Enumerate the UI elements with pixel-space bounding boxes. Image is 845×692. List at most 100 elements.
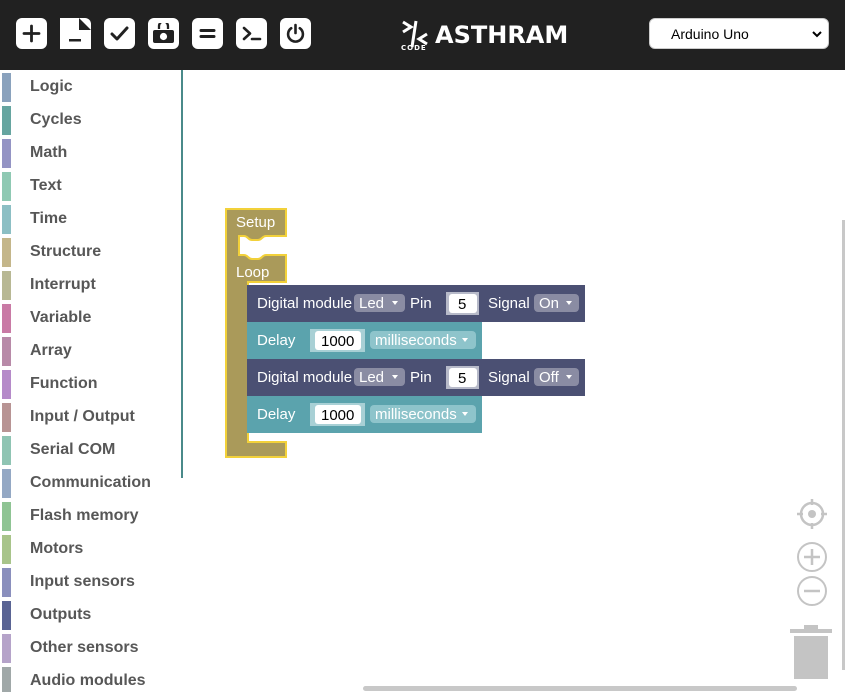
module-dropdown[interactable]: Led: [354, 368, 405, 386]
toolbox-category[interactable]: Interrupt: [0, 270, 180, 300]
recenter-icon[interactable]: [795, 497, 829, 531]
toolbox-category[interactable]: Variable: [0, 303, 180, 333]
digital-module-block-2[interactable]: Digital module Led Pin 5 Signal Off: [247, 359, 585, 396]
signal-dropdown[interactable]: On: [534, 294, 579, 312]
pin-input[interactable]: 5: [446, 366, 479, 389]
open-button[interactable]: [60, 18, 91, 49]
zoom-in-icon[interactable]: [795, 540, 829, 574]
toolbox-category[interactable]: Logic: [0, 72, 180, 102]
delay-block-2[interactable]: Delay 1000 milliseconds: [247, 396, 482, 433]
top-toolbar: ASTHRAM CODE Arduino Uno: [0, 0, 845, 70]
equal-button[interactable]: [192, 18, 223, 49]
unit-dropdown[interactable]: milliseconds: [370, 405, 476, 423]
category-label: Outputs: [30, 606, 92, 623]
board-select[interactable]: Arduino Uno: [649, 18, 829, 49]
new-button[interactable]: [16, 18, 47, 49]
terminal-icon: [242, 26, 262, 41]
category-label: Interrupt: [30, 276, 96, 293]
category-label: Math: [30, 144, 68, 161]
pin-value: 5: [458, 296, 466, 313]
loop-label: Loop: [236, 264, 269, 281]
category-color-bar: [2, 436, 11, 465]
toolbox-category[interactable]: Outputs: [0, 600, 180, 630]
toolbox-category[interactable]: Text: [0, 171, 180, 201]
delay-value-input[interactable]: 1000: [310, 403, 365, 426]
unit-value: milliseconds: [375, 332, 457, 349]
category-label: Flash memory: [30, 507, 139, 524]
toolbox-category[interactable]: Function: [0, 369, 180, 399]
logo-text: ASTHRAM: [435, 21, 569, 49]
category-label: Cycles: [30, 111, 82, 128]
power-button[interactable]: [280, 18, 311, 49]
toolbox-category[interactable]: Other sensors: [0, 633, 180, 663]
category-color-bar: [2, 337, 11, 366]
toolbox-category[interactable]: Cycles: [0, 105, 180, 135]
unit-dropdown[interactable]: milliseconds: [370, 331, 476, 349]
toolbox-category[interactable]: Input / Output: [0, 402, 180, 432]
pin-value: 5: [458, 370, 466, 387]
board-select-value: Arduino Uno: [671, 25, 749, 42]
digital-module-block-1[interactable]: Digital module Led Pin 5 Signal On: [247, 285, 585, 322]
category-color-bar: [2, 403, 11, 432]
delay-label: Delay: [257, 406, 296, 423]
toolbox-category[interactable]: Math: [0, 138, 180, 168]
block-canvas: Setup Loop Digital module Led Pin 5 Sign…: [225, 208, 585, 458]
category-label: Structure: [30, 243, 102, 260]
verify-button[interactable]: [104, 18, 135, 49]
signal-value: Off: [539, 369, 560, 386]
category-label: Other sensors: [30, 639, 139, 656]
save-button[interactable]: [148, 18, 179, 49]
category-color-bar: [2, 73, 11, 102]
toolbox-category[interactable]: Communication: [0, 468, 180, 498]
category-label: Input sensors: [30, 573, 135, 590]
logo-subtext: CODE: [401, 44, 427, 52]
terminal-button[interactable]: [236, 18, 267, 49]
category-color-bar: [2, 502, 11, 531]
category-color-bar: [2, 370, 11, 399]
category-label: Array: [30, 342, 72, 359]
signal-dropdown[interactable]: Off: [534, 368, 579, 386]
category-color-bar: [2, 535, 11, 564]
toolbox-category[interactable]: Structure: [0, 237, 180, 267]
delay-value-input[interactable]: 1000: [310, 329, 365, 352]
signal-value: On: [539, 295, 559, 312]
digital-label: Digital module: [257, 295, 352, 312]
toolbox-category[interactable]: Audio modules: [0, 666, 180, 692]
category-color-bar: [2, 106, 11, 135]
digital-label: Digital module: [257, 369, 352, 386]
toolbox-category[interactable]: Serial COM: [0, 435, 180, 465]
toolbox-category[interactable]: Motors: [0, 534, 180, 564]
category-color-bar: [2, 205, 11, 234]
pin-label: Pin: [410, 369, 432, 386]
power-icon: [286, 23, 305, 43]
horizontal-scrollbar[interactable]: [363, 686, 797, 691]
trash-icon[interactable]: [788, 624, 834, 682]
delay-block-1[interactable]: Delay 1000 milliseconds: [247, 322, 482, 359]
toolbox-category[interactable]: Input sensors: [0, 567, 180, 597]
category-label: Variable: [30, 309, 92, 326]
category-label: Function: [30, 375, 98, 392]
pin-input[interactable]: 5: [446, 292, 479, 315]
toolbox-category[interactable]: Array: [0, 336, 180, 366]
module-dropdown[interactable]: Led: [354, 294, 405, 312]
module-value: Led: [359, 369, 384, 386]
category-label: Time: [30, 210, 68, 227]
app-logo: ASTHRAM CODE: [399, 15, 568, 55]
category-color-bar: [2, 568, 11, 597]
category-color-bar: [2, 601, 11, 630]
toolbox-category[interactable]: Time: [0, 204, 180, 234]
equals-icon: [199, 29, 216, 38]
category-color-bar: [2, 238, 11, 267]
plus-icon: [22, 24, 41, 43]
toolbox-category[interactable]: Flash memory: [0, 501, 180, 531]
category-color-bar: [2, 271, 11, 300]
category-label: Input / Output: [30, 408, 135, 425]
category-label: Text: [30, 177, 62, 194]
unit-value: milliseconds: [375, 406, 457, 423]
chevron-down-icon: [812, 31, 822, 38]
zoom-out-icon[interactable]: [795, 574, 829, 608]
category-color-bar: [2, 172, 11, 201]
signal-label: Signal: [488, 369, 530, 386]
category-color-bar: [2, 139, 11, 168]
workspace[interactable]: Setup Loop Digital module Led Pin 5 Sign…: [183, 70, 845, 692]
